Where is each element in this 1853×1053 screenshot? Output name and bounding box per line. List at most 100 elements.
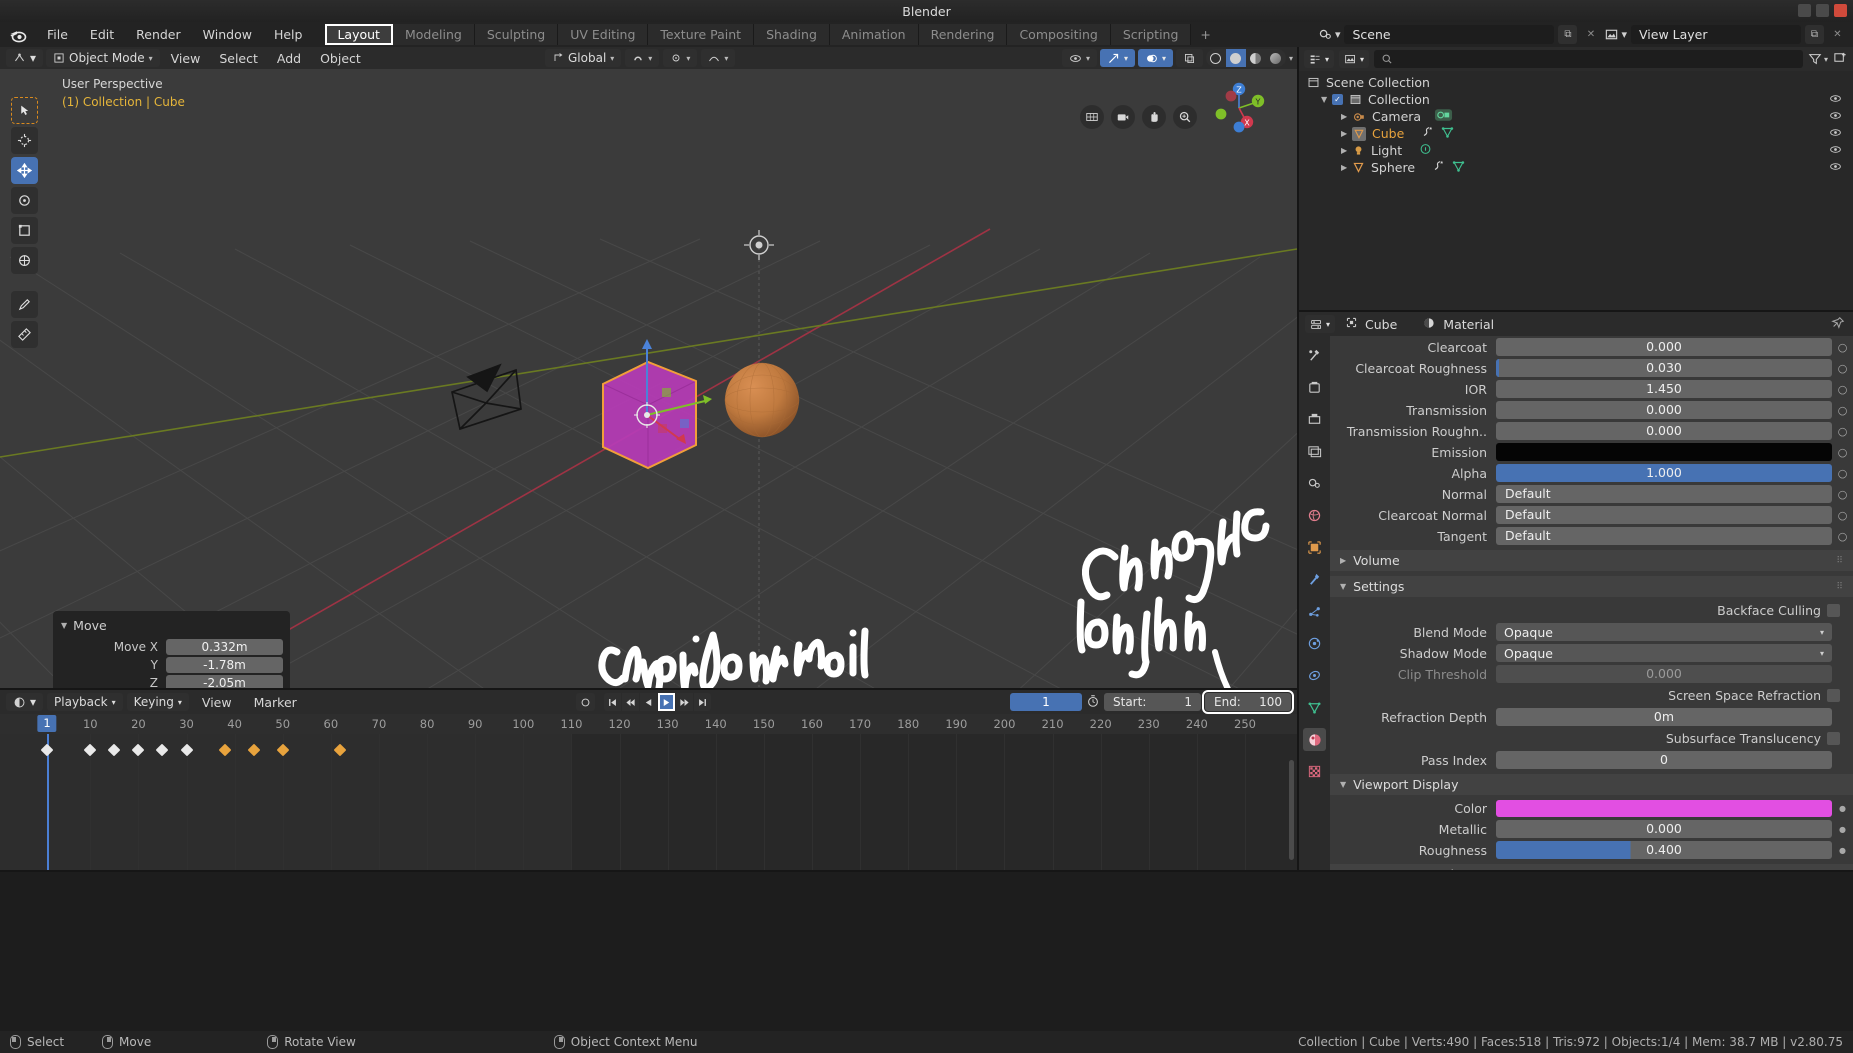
tab-world[interactable]: [1303, 504, 1326, 527]
property-row-clearcoat-roughness[interactable]: Clearcoat Roughness 0.030 ○: [1330, 359, 1853, 377]
viewport-toolbar[interactable]: [11, 97, 38, 348]
transmission-roughness-animate-icon[interactable]: ○: [1836, 425, 1849, 438]
outliner-tree[interactable]: Scene Collection ▼ ✓ Collection ▶ Camera: [1299, 71, 1853, 176]
timeline-menu-view[interactable]: View: [193, 695, 241, 710]
drag-grip-icon[interactable]: ⠿: [1836, 556, 1844, 566]
viewlayer-remove-icon[interactable]: ✕: [1828, 25, 1847, 44]
timeline-frame-controls[interactable]: 1 Start: 1 End: 100: [1010, 690, 1294, 714]
workspace-tab-texture-paint[interactable]: Texture Paint: [648, 24, 755, 45]
property-row-tangent[interactable]: Tangent Default ○: [1330, 527, 1853, 545]
chevron-down-icon[interactable]: ▼: [1340, 780, 1346, 789]
outliner-editor-type-icon[interactable]: ▾: [1304, 50, 1335, 68]
ior-animate-icon[interactable]: ○: [1836, 383, 1849, 396]
move-y-row[interactable]: Y -1.78m: [53, 657, 290, 673]
light-data-icon[interactable]: [1418, 142, 1433, 159]
proportional-editing-icon[interactable]: ▾: [701, 49, 736, 67]
shading-rendered-button[interactable]: [1266, 49, 1286, 67]
tab-scene[interactable]: [1303, 472, 1326, 495]
menu-edit[interactable]: Edit: [79, 24, 125, 45]
transmission-roughness-value[interactable]: 0.000: [1496, 422, 1832, 440]
tool-annotate[interactable]: [11, 291, 38, 318]
outliner-filter-icon[interactable]: ▾: [1808, 52, 1828, 66]
viewport-nav-buttons[interactable]: [1080, 105, 1197, 129]
auto-keying-record-icon[interactable]: [576, 693, 595, 711]
outliner-row-light[interactable]: ▶ Light: [1299, 142, 1853, 159]
viewport-menu-view[interactable]: View: [163, 51, 209, 66]
pin-icon[interactable]: [1831, 316, 1845, 333]
normal-animate-icon[interactable]: ○: [1836, 488, 1849, 501]
viewport-menu-select[interactable]: Select: [211, 51, 266, 66]
property-row-display-roughness[interactable]: Roughness 0.400 ●: [1330, 841, 1853, 859]
timeline-menu-playback[interactable]: Playback ▾: [47, 693, 123, 711]
pan-hand-icon[interactable]: [1142, 105, 1166, 129]
properties-panel-body[interactable]: Clearcoat 0.000 ○ Clearcoat Roughness 0.…: [1330, 336, 1853, 872]
jump-to-end-button[interactable]: [694, 693, 711, 711]
timeline-ruler[interactable]: 1 10 20 30 40 50 60 70 80 90 100 110 120 130 140 150 160…: [0, 714, 1297, 734]
property-row-transmission-roughness[interactable]: Transmission Roughn.. 0.000 ○: [1330, 422, 1853, 440]
outliner-row-sphere[interactable]: ▶ Sphere: [1299, 159, 1853, 176]
timeline-current-frame-badge[interactable]: 1: [37, 715, 57, 732]
section-viewport-display[interactable]: ▼ Viewport Display: [1330, 774, 1853, 795]
outliner-search-input[interactable]: [1374, 50, 1803, 68]
chevron-down-icon[interactable]: ▼: [1321, 95, 1332, 104]
clearcoat-roughness-animate-icon[interactable]: ○: [1836, 362, 1849, 375]
visibility-eye-icon[interactable]: [1829, 126, 1842, 142]
frame-end-field[interactable]: End: 100: [1202, 690, 1294, 714]
tab-render[interactable]: [1303, 376, 1326, 399]
editor-type-button[interactable]: ▾: [6, 49, 44, 67]
tool-scale[interactable]: [11, 217, 38, 244]
timeline-editor[interactable]: ▾ Playback ▾ Keying ▾ View Marker 1 Star…: [0, 690, 1297, 872]
normal-value[interactable]: Default: [1496, 485, 1832, 503]
viewport-axis-gizmo[interactable]: Z Y X: [1211, 80, 1267, 136]
pass-index-value[interactable]: 0: [1496, 751, 1832, 769]
visibility-eye-icon[interactable]: [1829, 143, 1842, 159]
shading-wireframe-button[interactable]: [1206, 49, 1226, 67]
property-row-blend-mode[interactable]: Blend Mode Opaque ▾ ○: [1330, 623, 1853, 641]
current-frame-field[interactable]: 1: [1010, 693, 1082, 711]
ior-value[interactable]: 1.450: [1496, 380, 1832, 398]
visibility-eye-icon[interactable]: ▾: [1061, 49, 1097, 67]
chevron-down-icon[interactable]: ▼: [1340, 582, 1346, 591]
jump-to-prev-keyframe-button[interactable]: [622, 693, 639, 711]
workspace-tab-rendering[interactable]: Rendering: [918, 24, 1008, 45]
workspace-tab-modeling[interactable]: Modeling: [392, 24, 475, 45]
visibility-eye-icon[interactable]: [1829, 92, 1842, 108]
display-roughness-value[interactable]: 0.400: [1496, 841, 1832, 859]
transmission-animate-icon[interactable]: ○: [1836, 404, 1849, 417]
chevron-right-icon[interactable]: ▶: [1340, 556, 1346, 565]
chevron-right-icon[interactable]: ▶: [1341, 146, 1352, 155]
shading-material-preview-button[interactable]: [1246, 49, 1266, 67]
clearcoat-roughness-value[interactable]: 0.030: [1496, 359, 1832, 377]
chevron-down-icon[interactable]: ▾: [1820, 649, 1824, 658]
area-splitter-horizontal-left[interactable]: [0, 688, 1297, 690]
outliner-row-camera[interactable]: ▶ Camera: [1299, 108, 1853, 125]
tab-modifiers[interactable]: [1303, 568, 1326, 591]
tab-view-layer[interactable]: [1303, 440, 1326, 463]
viewlayer-browse-icon[interactable]: ▾: [1604, 27, 1627, 42]
toggle-grid-icon[interactable]: [1080, 105, 1104, 129]
tab-object-data[interactable]: [1303, 696, 1326, 719]
property-row-subsurface-translucency[interactable]: Subsurface Translucency: [1330, 729, 1853, 748]
outliner-new-collection-icon[interactable]: [1833, 50, 1848, 68]
outliner-row-cube[interactable]: ▶ Cube: [1299, 125, 1853, 142]
jump-to-start-button[interactable]: [604, 693, 621, 711]
clearcoat-normal-value[interactable]: Default: [1496, 506, 1832, 524]
workspace-tab-animation[interactable]: Animation: [829, 24, 919, 45]
move-redo-panel[interactable]: ▼ Move Move X 0.332m Y -1.78m Z -2.05m O…: [53, 611, 290, 688]
shading-options-chevron-icon[interactable]: ▾: [1289, 54, 1293, 63]
scene-browse-icon[interactable]: ▾: [1318, 27, 1340, 42]
collection-enable-checkbox[interactable]: ✓: [1332, 94, 1343, 105]
timeline-editor-type-icon[interactable]: ▾: [6, 693, 44, 711]
properties-editor[interactable]: ▾ Cube Material Clearcoat 0.000 ○ Clearc…: [1299, 312, 1853, 872]
play-reverse-button[interactable]: [640, 693, 657, 711]
minimize-button[interactable]: [1798, 4, 1811, 17]
viewlayer-name-field[interactable]: View Layer: [1631, 25, 1801, 44]
display-metallic-animate-icon[interactable]: ●: [1836, 825, 1849, 834]
display-metallic-value[interactable]: 0.000: [1496, 820, 1832, 838]
property-row-backface-culling[interactable]: Backface Culling: [1330, 601, 1853, 620]
refraction-depth-value[interactable]: 0m: [1496, 708, 1832, 726]
display-color-swatch[interactable]: [1496, 799, 1832, 817]
window-controls[interactable]: [1798, 4, 1847, 17]
chevron-right-icon[interactable]: ▶: [1341, 163, 1352, 172]
tab-object[interactable]: [1303, 536, 1326, 559]
